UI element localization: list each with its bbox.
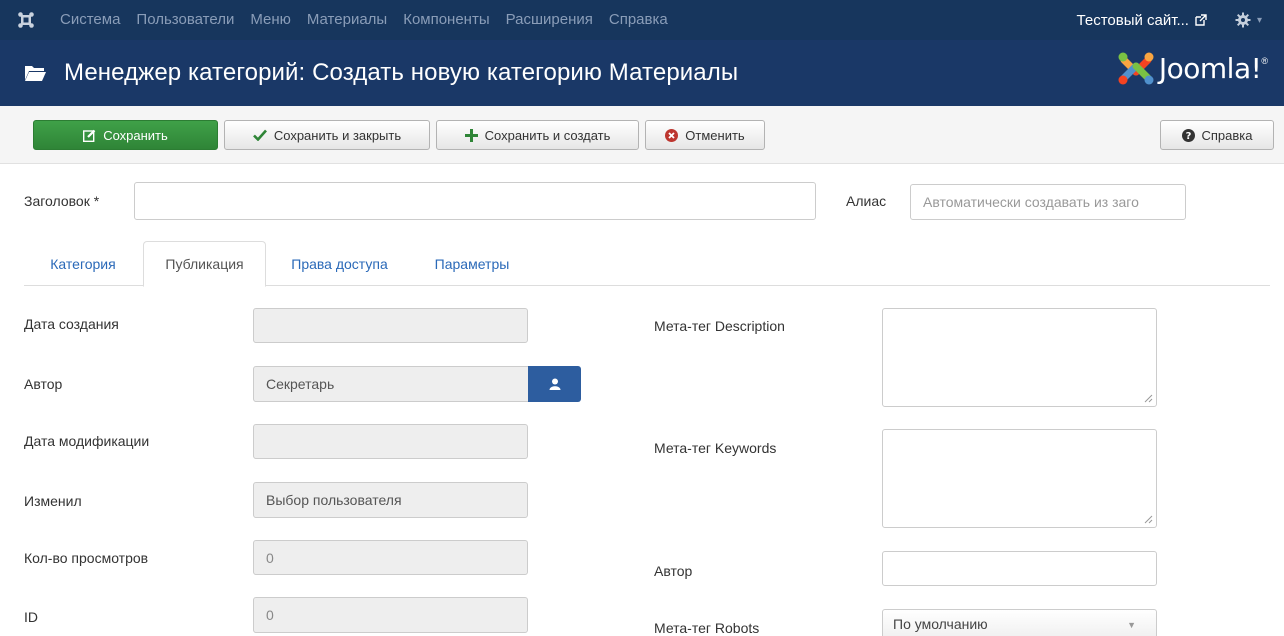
save-close-button[interactable]: Сохранить и закрыть [224,120,430,150]
cancel-button-label: Отменить [685,127,745,143]
alias-input[interactable]: Автоматически создавать из заго [910,184,1186,220]
created-date-label: Дата создания [24,316,119,332]
id-value: 0 [266,607,274,623]
meta-robots-value: По умолчанию [893,616,988,632]
meta-description-textarea[interactable] [882,308,1157,407]
id-field: 0 [253,597,528,633]
modified-by-field: Выбор пользователя [253,482,528,518]
save-new-label: Сохранить и создать [484,127,611,143]
modified-by-label: Изменил [24,493,82,509]
site-link-label: Тестовый сайт... [1076,11,1189,29]
tab-publishing[interactable]: Публикация [143,241,266,287]
plus-icon [464,128,478,142]
modified-date-field [253,424,528,459]
modified-by-value: Выбор пользователя [266,492,402,508]
title-input[interactable] [134,182,816,220]
cancel-icon [665,128,679,142]
author-field: Секретарь [253,366,529,402]
menu-menus[interactable]: Меню [242,0,299,40]
user-settings-dropdown[interactable]: ▾ [1225,12,1284,28]
tab-publishing-label: Публикация [165,256,244,272]
save-close-label: Сохранить и закрыть [273,127,402,143]
hits-field: 0 [253,540,528,575]
menu-content[interactable]: Материалы [299,0,395,40]
meta-robots-label: Мета-тег Robots [654,620,760,636]
meta-author-input[interactable] [882,551,1157,586]
menu-extensions[interactable]: Расширения [498,0,601,40]
save-button-label: Сохранить [103,127,168,143]
author-label: Автор [24,376,63,392]
chevron-down-icon: ▾ [1256,14,1262,26]
tab-permissions[interactable]: Права доступа [272,241,407,286]
title-label: Заголовок * [24,193,100,209]
help-button-label: Справка [1201,127,1253,143]
question-circle-icon: ? [1181,128,1195,142]
joomla-logo: Joomla! ® [1117,50,1268,86]
meta-robots-select[interactable]: По умолчанию ▼ [882,609,1157,636]
hits-label: Кол-во просмотров [24,550,149,566]
cancel-button[interactable]: Отменить [645,120,765,150]
page-header: Менеджер категорий: Создать новую катего… [0,40,1284,106]
tab-permissions-label: Права доступа [291,255,388,272]
dropdown-arrow-icon: ▼ [1127,620,1136,630]
hits-value: 0 [266,549,274,566]
registered-mark: ® [1261,56,1268,66]
external-link-icon [1195,14,1207,26]
folder-open-icon [25,66,46,81]
tab-category-label: Категория [50,255,116,272]
meta-author-label: Автор [654,563,693,579]
site-preview-link[interactable]: Тестовый сайт... [1077,12,1225,29]
tab-options[interactable]: Параметры [420,241,524,286]
menu-help[interactable]: Справка [601,0,676,40]
meta-keywords-label: Мета-тег Keywords [654,440,777,456]
created-date-field [253,308,528,343]
modified-date-label: Дата модификации [24,433,150,449]
menu-system[interactable]: Система [32,0,128,40]
menu-users[interactable]: Пользователи [128,0,242,40]
svg-text:?: ? [1185,131,1191,142]
id-label: ID [24,609,38,625]
joomla-logo-icon [1118,52,1154,85]
edit-icon [83,129,96,142]
meta-description-label: Мета-тег Description [654,318,785,334]
toolbar: Сохранить Сохранить и закрыть Сохранить … [0,106,1284,164]
tab-options-label: Параметры [434,255,510,272]
menu-components[interactable]: Компоненты [395,0,497,40]
user-icon [549,378,560,390]
main-menu: Система Пользователи Меню Материалы Комп… [52,0,676,40]
tab-bar: Категория Публикация Права доступа Парам… [24,241,1270,287]
select-user-button[interactable] [528,366,581,402]
meta-keywords-textarea[interactable] [882,429,1157,528]
help-button[interactable]: ? Справка [1160,120,1274,150]
page-title: Менеджер категорий: Создать новую катего… [64,59,739,86]
resize-grip-icon[interactable] [1143,393,1153,403]
resize-grip-icon[interactable] [1143,514,1153,524]
gear-icon [1235,12,1251,28]
author-value: Секретарь [266,376,335,392]
top-navbar: Система Пользователи Меню Материалы Комп… [0,0,1284,40]
save-new-button[interactable]: Сохранить и создать [436,120,639,150]
tab-category[interactable]: Категория [24,241,142,286]
joomla-logo-text: Joomla! [1158,51,1262,85]
alias-label: Алиас [846,193,887,209]
save-button[interactable]: Сохранить [33,120,218,150]
checkmark-icon [252,129,267,141]
alias-placeholder: Автоматически создавать из заго [923,194,1139,210]
